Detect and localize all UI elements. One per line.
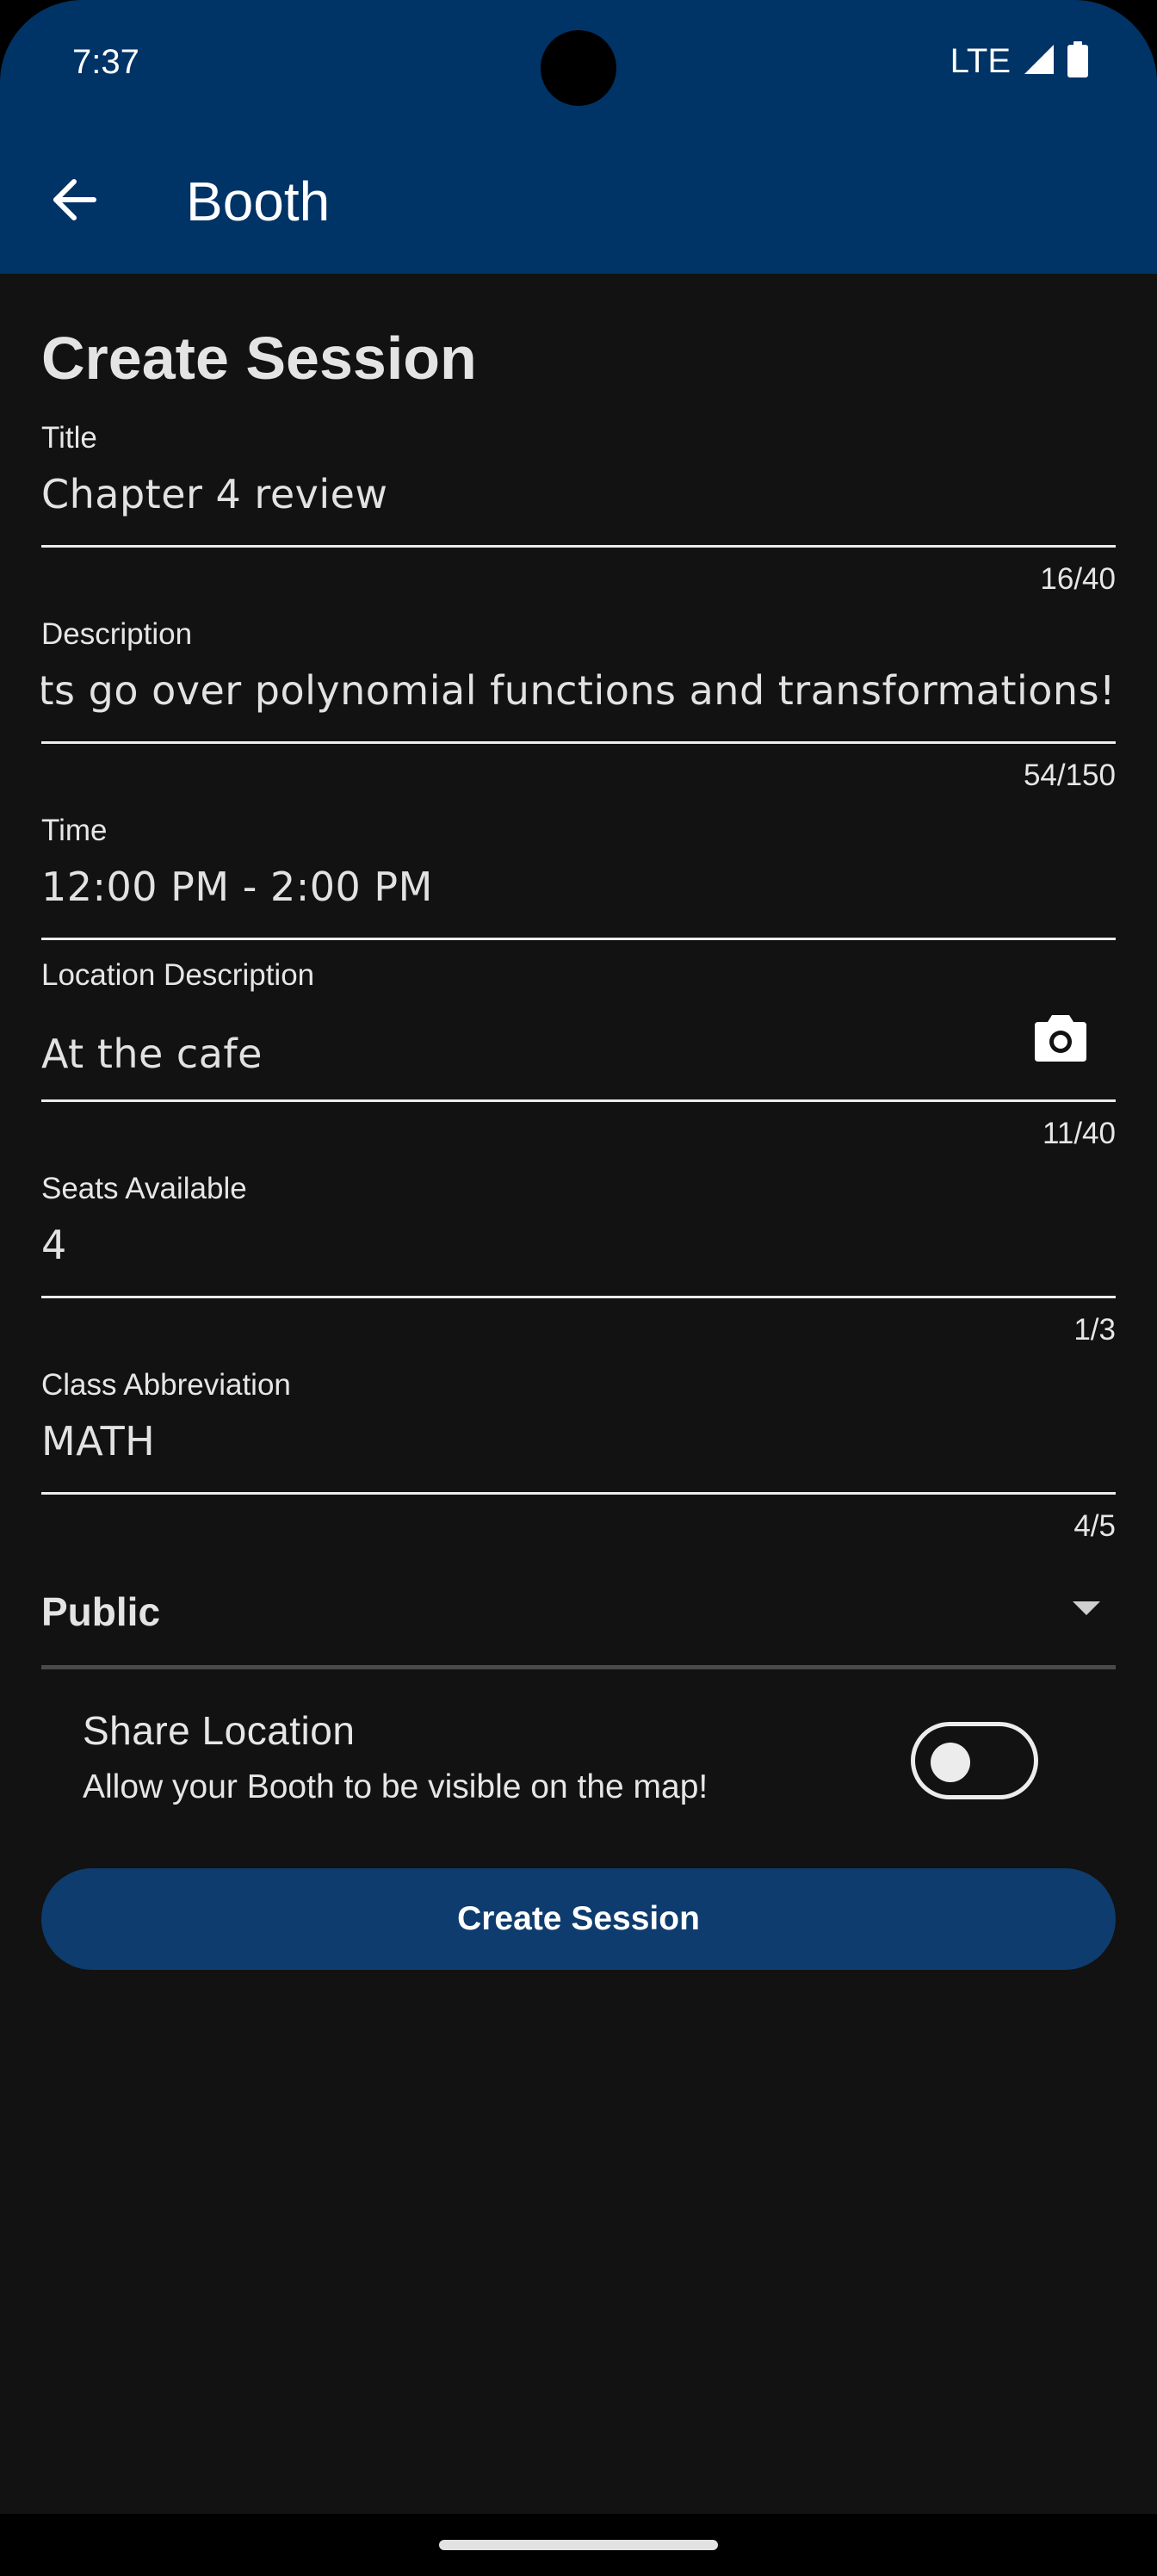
location-description-field: Location Description 11/40 <box>41 957 1116 1150</box>
class-abbreviation-field: Class Abbreviation 4/5 <box>41 1367 1116 1543</box>
home-indicator[interactable] <box>439 2540 718 2550</box>
description-input-clip: Lets go over polynomial functions and tr… <box>41 663 1116 718</box>
share-location-title: Share Location <box>83 1708 356 1753</box>
toggle-knob <box>931 1743 970 1782</box>
location-description-label: Location Description <box>41 958 315 992</box>
app-title: Booth <box>186 170 331 232</box>
time-input[interactable] <box>41 859 1116 914</box>
location-description-counter: 11/40 <box>1043 1117 1116 1150</box>
share-location-subtitle: Allow your Booth to be visible on the ma… <box>83 1768 708 1805</box>
time-field: Time <box>41 813 1116 942</box>
class-abbreviation-underline <box>41 1492 1116 1495</box>
back-button[interactable] <box>38 165 110 238</box>
description-field: Description Lets go over polynomial func… <box>41 616 1116 792</box>
title-label: Title <box>41 421 97 455</box>
seats-available-field: Seats Available 1/3 <box>41 1171 1116 1347</box>
camera-button[interactable] <box>1030 1009 1092 1071</box>
battery-icon <box>1067 41 1088 82</box>
visibility-dropdown[interactable]: Public <box>41 1567 1116 1670</box>
status-icons: LTE <box>950 41 1088 82</box>
page-heading: Create Session <box>41 325 477 392</box>
title-underline <box>41 545 1116 548</box>
camera-icon <box>1033 1013 1088 1068</box>
cell-signal-icon <box>1023 43 1055 80</box>
class-abbreviation-label: Class Abbreviation <box>41 1368 291 1402</box>
seats-available-input[interactable] <box>41 1217 1116 1273</box>
time-underline <box>41 938 1116 940</box>
camera-cutout <box>541 30 616 106</box>
title-input[interactable] <box>41 467 1116 522</box>
class-abbreviation-counter: 4/5 <box>1073 1509 1116 1543</box>
app-screen: 7:37 LTE Booth Create Session Title Chap… <box>0 0 1157 2576</box>
seats-available-label: Seats Available <box>41 1172 247 1205</box>
visibility-selected-value: Public <box>41 1589 161 1634</box>
title-counter: 16/40 <box>1040 562 1116 596</box>
description-underline <box>41 741 1116 744</box>
status-bar: 7:37 LTE <box>0 0 1157 129</box>
location-description-underline <box>41 1099 1116 1102</box>
top-app-bar: Booth <box>0 129 1157 274</box>
share-location-row: Share Location Allow your Booth to be vi… <box>41 1696 1116 1834</box>
dropdown-arrow-icon <box>1073 1601 1100 1615</box>
seats-available-underline <box>41 1296 1116 1298</box>
seats-available-counter: 1/3 <box>1073 1313 1116 1347</box>
title-field: Title 16/40 <box>41 420 1116 596</box>
share-location-toggle[interactable] <box>911 1722 1038 1799</box>
network-type: LTE <box>950 42 1011 80</box>
description-label: Description <box>41 617 193 651</box>
description-input[interactable]: Lets go over polynomial functions and tr… <box>41 666 1116 718</box>
time-label: Time <box>41 814 108 847</box>
status-time: 7:37 <box>72 43 139 81</box>
class-abbreviation-input[interactable] <box>41 1414 1116 1469</box>
description-counter: 54/150 <box>1023 759 1116 792</box>
location-description-input[interactable] <box>41 1026 1023 1081</box>
visibility-underline <box>41 1665 1116 1669</box>
create-session-button[interactable]: Create Session <box>41 1868 1116 1970</box>
arrow-back-icon <box>51 176 97 227</box>
